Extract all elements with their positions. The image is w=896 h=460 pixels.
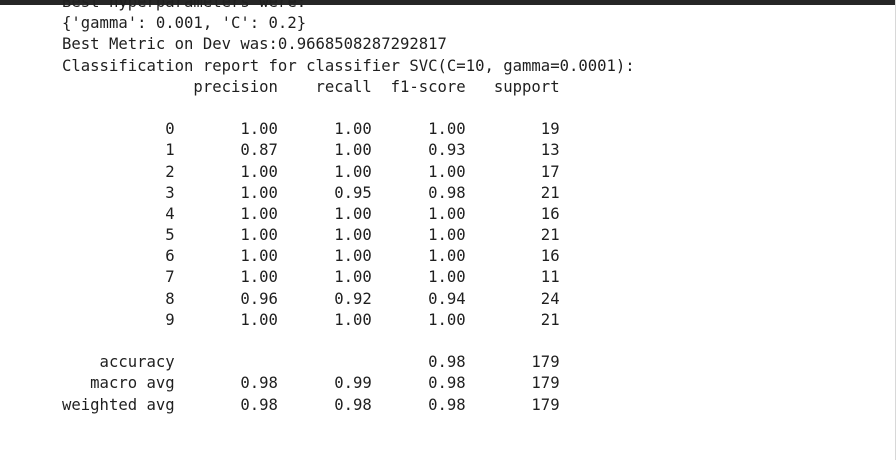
report-row-weighted-avg: weighted avg 0.98 0.98 0.98 179 [62, 395, 560, 414]
report-row-1: 1 0.87 1.00 0.93 13 [62, 141, 560, 160]
report-row-7: 7 1.00 1.00 1.00 11 [62, 268, 560, 287]
best-hyperparameters-heading: Best hyperparameters were: [62, 0, 307, 11]
report-row-0: 0 1.00 1.00 1.00 19 [62, 120, 560, 139]
report-row-3: 3 1.00 0.95 0.98 21 [62, 183, 560, 202]
report-row-2: 2 1.00 1.00 1.00 17 [62, 162, 560, 181]
best-metric-line: Best Metric on Dev was:0.966850828729281… [62, 35, 447, 54]
cell-output: Best hyperparameters were: {'gamma': 0.00… [62, 0, 635, 416]
report-header-row: precision recall f1-score support [62, 77, 560, 96]
report-row-8: 8 0.96 0.92 0.94 24 [62, 289, 560, 308]
report-row-accuracy: accuracy 0.98 179 [62, 353, 560, 372]
classification-report-title: Classification report for classifier SVC… [62, 56, 635, 75]
report-row-9: 9 1.00 1.00 1.00 21 [62, 310, 560, 329]
report-row-4: 4 1.00 1.00 1.00 16 [62, 204, 560, 223]
best-hyperparameters-value: {'gamma': 0.001, 'C': 0.2} [62, 14, 307, 33]
report-row-macro-avg: macro avg 0.98 0.99 0.98 179 [62, 374, 560, 393]
report-row-5: 5 1.00 1.00 1.00 21 [62, 226, 560, 245]
report-row-6: 6 1.00 1.00 1.00 16 [62, 247, 560, 266]
